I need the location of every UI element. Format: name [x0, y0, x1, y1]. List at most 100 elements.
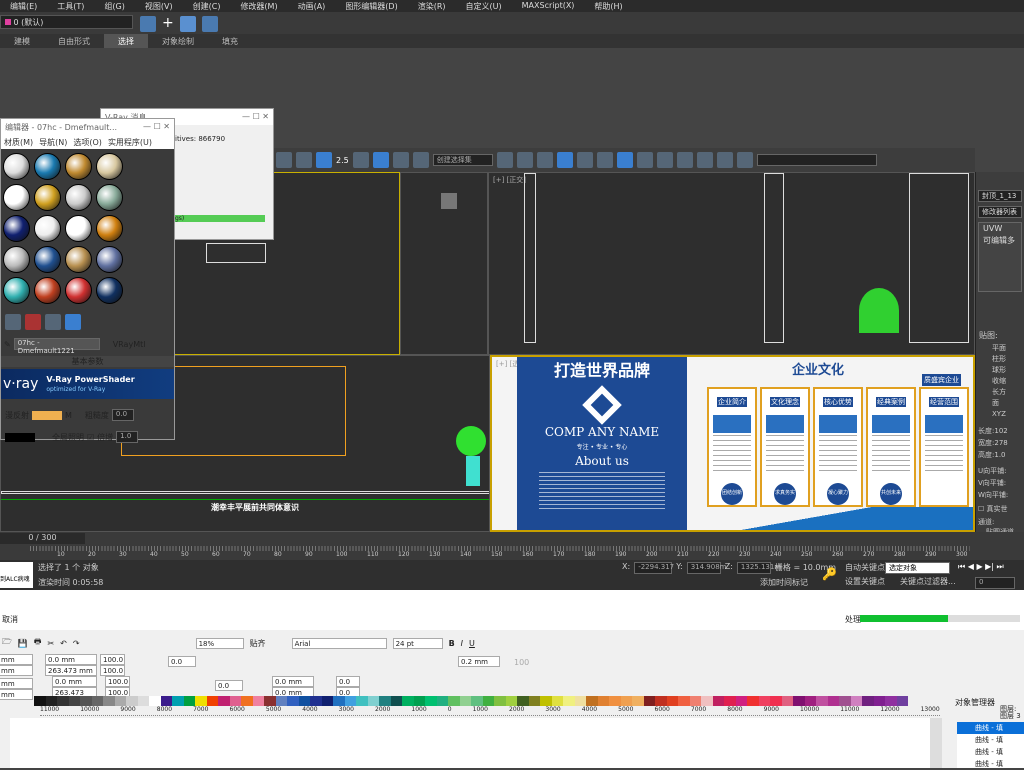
palette-swatch[interactable]	[793, 696, 805, 706]
delete-icon[interactable]	[25, 314, 41, 330]
render-icon[interactable]	[676, 152, 693, 168]
menu-item[interactable]: 视图(V)	[135, 0, 183, 12]
palette-swatch[interactable]	[126, 696, 138, 706]
ribbon-tab[interactable]: 建模	[0, 34, 44, 48]
palette-swatch[interactable]	[45, 696, 57, 706]
material-name-field[interactable]: 07hc - Dmefmault1221	[13, 338, 100, 355]
palette-swatch[interactable]	[873, 696, 885, 706]
viewcube-icon[interactable]	[441, 193, 457, 209]
width-field[interactable]: 0.0 mm	[45, 654, 97, 665]
map-type-radio[interactable]: 柱形	[976, 354, 1024, 365]
percent-snap-icon[interactable]	[372, 152, 389, 168]
menu-item[interactable]: 组(G)	[94, 0, 134, 12]
map-type-radio[interactable]: 平面	[976, 343, 1024, 354]
palette-swatch[interactable]	[758, 696, 770, 706]
outline-width-dropdown[interactable]: 0.2 mm	[458, 656, 500, 667]
palette-swatch[interactable]	[563, 696, 575, 706]
material-slot[interactable]	[65, 215, 92, 242]
rollout-basic-params[interactable]: 基本参数	[1, 356, 174, 367]
playback-controls[interactable]: ⏮ ◀ ▶ ▶| ⏭	[958, 562, 1004, 572]
cancel-button[interactable]: 取消	[2, 614, 18, 625]
layers-icon[interactable]	[140, 16, 156, 32]
material-slot[interactable]	[65, 246, 92, 273]
width-field[interactable]: 278	[994, 439, 1007, 447]
drawing-canvas[interactable]	[10, 718, 940, 768]
render-b-icon[interactable]	[716, 152, 733, 168]
y2-field[interactable]: mm	[0, 689, 33, 700]
render-preset-dropdown[interactable]	[756, 154, 877, 166]
palette-swatch[interactable]	[701, 696, 713, 706]
menu-item[interactable]: 动画(A)	[288, 0, 336, 12]
material-slot[interactable]	[34, 246, 61, 273]
palette-swatch[interactable]	[620, 696, 632, 706]
map-type-radio[interactable]: 面	[976, 398, 1024, 409]
palette-swatch[interactable]	[425, 696, 437, 706]
palette-swatch[interactable]	[505, 696, 517, 706]
render-c-icon[interactable]	[736, 152, 753, 168]
object-name-field[interactable]: 封顶_1_13	[978, 190, 1022, 202]
color-palette[interactable]	[34, 696, 908, 706]
window-controls[interactable]: — ☐ ✕	[242, 112, 269, 122]
palette-swatch[interactable]	[218, 696, 230, 706]
x-coord[interactable]: -2294.317	[634, 562, 674, 574]
ribbon-tab[interactable]: 填充	[208, 34, 252, 48]
palette-swatch[interactable]	[816, 696, 828, 706]
font-dropdown[interactable]: Arial	[291, 637, 387, 649]
x-field[interactable]: mm	[0, 654, 33, 665]
palette-swatch[interactable]	[287, 696, 299, 706]
palette-swatch[interactable]	[850, 696, 862, 706]
material-slot[interactable]	[65, 277, 92, 304]
palette-swatch[interactable]	[712, 696, 724, 706]
palette-swatch[interactable]	[252, 696, 264, 706]
palette-swatch[interactable]	[137, 696, 149, 706]
align-icon[interactable]	[516, 152, 533, 168]
render-frame-icon[interactable]	[656, 152, 673, 168]
palette-swatch[interactable]	[609, 696, 621, 706]
palette-swatch[interactable]	[298, 696, 310, 706]
material-menu-item[interactable]: 材质(M)	[4, 137, 33, 147]
palette-swatch[interactable]	[459, 696, 471, 706]
material-slot[interactable]	[65, 153, 92, 180]
position-a-field[interactable]: 0.0 mm	[272, 676, 314, 687]
viewport-front[interactable]	[400, 172, 488, 355]
palette-swatch[interactable]	[574, 696, 586, 706]
height-field[interactable]: 1.0	[994, 451, 1005, 459]
material-slot[interactable]	[3, 153, 30, 180]
map-type-radio[interactable]: 收缩	[976, 376, 1024, 387]
palette-swatch[interactable]	[436, 696, 448, 706]
modifier-stack-item[interactable]: 可编辑多	[979, 234, 1021, 247]
palette-swatch[interactable]	[827, 696, 839, 706]
palette-swatch[interactable]	[356, 696, 368, 706]
move-icon[interactable]	[296, 152, 312, 168]
cut-icon[interactable]: ✂	[47, 639, 54, 648]
material-slot[interactable]	[96, 246, 123, 273]
material-slot[interactable]	[34, 184, 61, 211]
select-layer-icon[interactable]	[179, 16, 196, 32]
material-slot[interactable]	[34, 277, 61, 304]
rotation-field[interactable]: 0.0	[168, 656, 196, 667]
menu-item[interactable]: 创建(C)	[183, 0, 231, 12]
scene-explorer-icon[interactable]	[556, 152, 573, 168]
object-list-item[interactable]: 曲线 - 填	[957, 746, 1024, 758]
palette-swatch[interactable]	[494, 696, 506, 706]
mirror-icon[interactable]	[496, 152, 513, 168]
palette-swatch[interactable]	[114, 696, 126, 706]
snap-toggle[interactable]: 2.5	[336, 156, 349, 165]
material-menu-item[interactable]: 选项(O)	[73, 137, 102, 147]
menu-item[interactable]: 修改器(M)	[230, 0, 287, 12]
checkbox[interactable]: ☑	[87, 433, 94, 442]
scale-x-field[interactable]: 100.0	[100, 654, 125, 665]
palette-swatch[interactable]	[321, 696, 333, 706]
menu-item[interactable]: 渲染(R)	[408, 0, 456, 12]
layer-objects-icon[interactable]	[201, 16, 218, 32]
material-slot[interactable]	[96, 215, 123, 242]
palette-swatch[interactable]	[310, 696, 322, 706]
material-slot[interactable]	[3, 215, 30, 242]
open-icon[interactable]: 🗁	[2, 636, 12, 650]
height-field[interactable]: 263.473 mm	[45, 665, 97, 676]
scale-x2-field[interactable]: 100.0	[105, 676, 130, 687]
maxscript-listener[interactable]: 到ALC病魂	[0, 562, 33, 588]
x2-field[interactable]: mm	[0, 678, 33, 689]
object-list-item[interactable]: 曲线 - 填	[957, 758, 1024, 770]
opacity-field[interactable]: 100	[514, 658, 529, 667]
